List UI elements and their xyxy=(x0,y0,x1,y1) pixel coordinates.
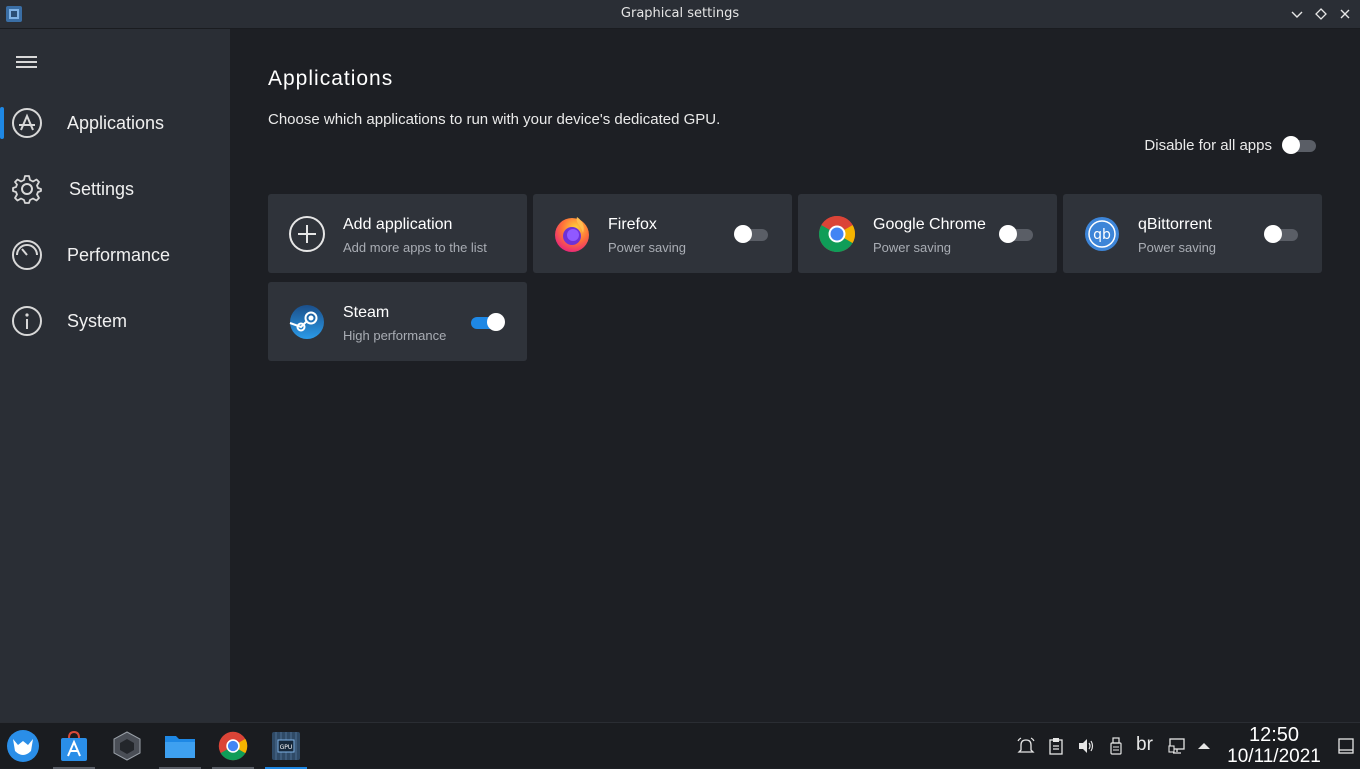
disable-all-toggle[interactable] xyxy=(1282,135,1318,155)
sidebar-item-system[interactable]: System xyxy=(0,296,230,346)
card-subtitle: Power saving xyxy=(608,240,687,255)
qbittorrent-icon: qb xyxy=(1085,217,1119,251)
app-store-icon xyxy=(61,730,87,761)
disable-all-row: Disable for all apps xyxy=(1144,135,1318,155)
network-icon xyxy=(1168,738,1185,754)
show-desktop-button[interactable] xyxy=(1335,735,1357,757)
clock-time[interactable]: 12:50 xyxy=(1224,724,1324,747)
window-title: Graphical settings xyxy=(620,6,740,21)
volume-icon xyxy=(1079,739,1094,753)
steam-gpu-toggle[interactable] xyxy=(469,312,505,332)
app-store-icon xyxy=(12,108,42,138)
arrow-up-icon xyxy=(1198,743,1210,749)
close-icon xyxy=(1340,9,1350,19)
qbittorrent-card: qb qBittorrent Power saving xyxy=(1063,194,1322,273)
chrome-icon xyxy=(818,216,856,253)
notifications-tray-button[interactable] xyxy=(1015,735,1037,757)
keyboard-layout-indicator[interactable]: br xyxy=(1136,734,1153,756)
svg-text:GPU: GPU xyxy=(280,744,293,751)
chevron-down-icon xyxy=(1291,11,1303,18)
sidebar-item-label: Applications xyxy=(67,112,165,133)
steam-card: Steam High performance xyxy=(268,282,527,361)
usb-tray-button[interactable] xyxy=(1105,735,1127,757)
clipboard-tray-button[interactable] xyxy=(1045,735,1067,757)
maximize-button[interactable] xyxy=(1311,4,1331,24)
card-title: Google Chrome xyxy=(873,216,986,233)
gauge-icon xyxy=(12,240,42,270)
gamecube-icon xyxy=(113,731,141,761)
firefox-icon xyxy=(555,217,589,252)
chrome-icon xyxy=(218,731,248,761)
plus-circle-icon xyxy=(289,216,325,252)
notification-bell-icon xyxy=(1017,737,1035,753)
card-subtitle: High performance xyxy=(343,328,447,343)
sidebar-item-label: System xyxy=(67,310,128,331)
card-title: Steam xyxy=(343,304,390,321)
sidebar-item-label: Settings xyxy=(69,178,135,199)
sidebar-item-applications[interactable]: Applications xyxy=(0,98,230,148)
show-desktop-icon xyxy=(1338,738,1354,754)
card-title: Firefox xyxy=(608,216,657,233)
clock-date[interactable]: 10/11/2021 xyxy=(1218,746,1330,768)
show-hidden-tray-button[interactable] xyxy=(1193,735,1215,757)
card-subtitle: Power saving xyxy=(873,240,952,255)
usb-icon xyxy=(1110,737,1122,755)
disable-all-label: Disable for all apps xyxy=(1144,136,1272,154)
sidebar: Applications Settings Performance System xyxy=(0,29,230,722)
sidebar-item-label: Performance xyxy=(67,244,171,265)
chrome-gpu-toggle[interactable] xyxy=(999,224,1035,244)
launcher-icon xyxy=(7,730,39,762)
card-title: qBittorrent xyxy=(1138,216,1212,233)
clipboard-icon xyxy=(1049,738,1063,755)
sidebar-item-settings[interactable]: Settings xyxy=(0,164,230,214)
diamond-icon xyxy=(1315,8,1327,20)
title-bar: Graphical settings xyxy=(0,0,1360,29)
taskbar-gpu-settings[interactable]: GPU xyxy=(263,723,309,769)
gear-icon xyxy=(12,175,42,204)
taskbar-app-store[interactable] xyxy=(51,723,97,769)
files-icon xyxy=(165,736,195,758)
svg-text:qb: qb xyxy=(1093,227,1111,243)
add-application-card[interactable]: Add application Add more apps to the lis… xyxy=(268,194,527,273)
close-button[interactable] xyxy=(1335,4,1355,24)
main-content: Applications Choose which applications t… xyxy=(230,29,1360,722)
hamburger-icon xyxy=(16,56,37,68)
card-subtitle: Add more apps to the list xyxy=(343,240,487,255)
minimize-button[interactable] xyxy=(1287,4,1307,24)
steam-icon xyxy=(289,305,324,339)
firefox-gpu-toggle[interactable] xyxy=(734,224,770,244)
firefox-card: Firefox Power saving xyxy=(533,194,792,273)
page-description: Choose which applications to run with yo… xyxy=(268,111,721,128)
menu-button[interactable] xyxy=(16,53,38,71)
qbittorrent-gpu-toggle[interactable] xyxy=(1264,224,1300,244)
launcher-button[interactable] xyxy=(0,723,46,769)
taskbar-chrome[interactable] xyxy=(210,723,256,769)
chrome-card: Google Chrome Power saving xyxy=(798,194,1057,273)
taskbar-files[interactable] xyxy=(157,723,203,769)
network-tray-button[interactable] xyxy=(1166,735,1188,757)
info-icon xyxy=(12,306,42,336)
sidebar-item-performance[interactable]: Performance xyxy=(0,230,230,280)
taskbar-gamecube[interactable] xyxy=(104,723,150,769)
card-title: Add application xyxy=(343,216,453,233)
page-title: Applications xyxy=(268,67,394,90)
volume-tray-button[interactable] xyxy=(1075,735,1097,757)
taskbar: GPU br 12:50 10/11/2021 xyxy=(0,722,1360,769)
card-subtitle: Power saving xyxy=(1138,240,1217,255)
gpu-settings-icon: GPU xyxy=(272,732,300,760)
